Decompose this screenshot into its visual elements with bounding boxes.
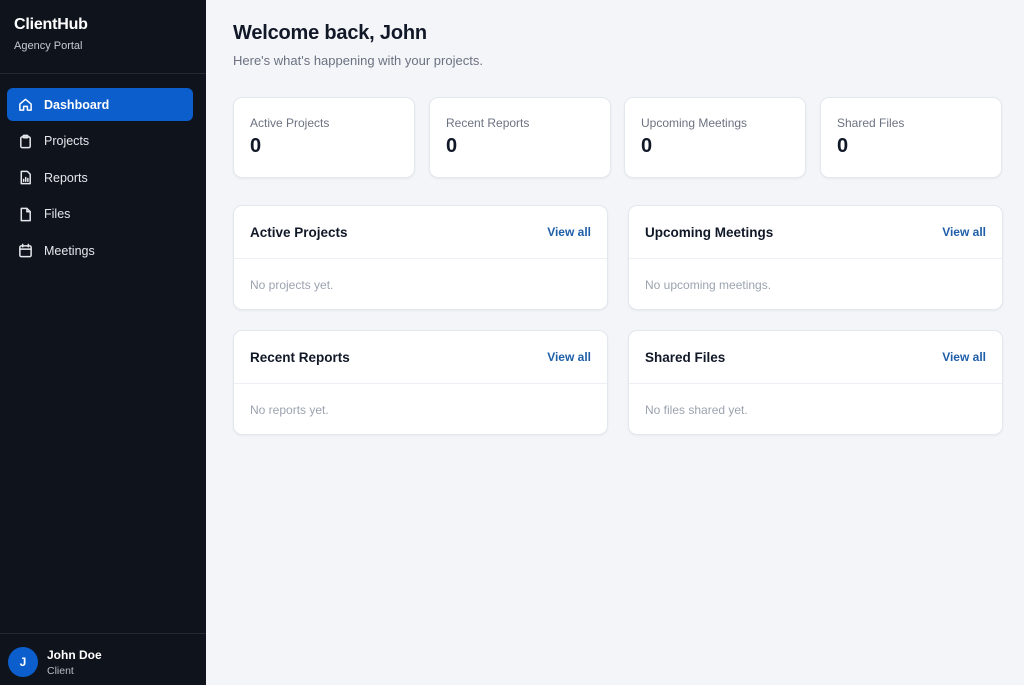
brand-subtitle: Agency Portal xyxy=(14,40,83,52)
empty-state: No upcoming meetings. xyxy=(645,278,772,292)
sidebar-item-dashboard[interactable]: Dashboard xyxy=(7,88,193,121)
sidebar-nav: Dashboard Projects Reports Files Meeting… xyxy=(7,88,193,271)
sidebar-item-files[interactable]: Files xyxy=(7,198,193,231)
stat-label: Shared Files xyxy=(837,116,905,130)
user-info: John Doe Client xyxy=(47,648,102,677)
sidebar: ClientHub Agency Portal Dashboard Projec… xyxy=(0,0,206,685)
sidebar-item-reports[interactable]: Reports xyxy=(7,161,193,194)
brand: ClientHub Agency Portal xyxy=(14,16,88,52)
panel-header: Active Projects View all xyxy=(234,206,607,259)
stat-value: 0 xyxy=(446,135,458,157)
sidebar-item-projects[interactable]: Projects xyxy=(7,125,193,158)
stat-card-active-projects: Active Projects 0 xyxy=(233,97,415,178)
view-all-meetings-link[interactable]: View all xyxy=(942,225,986,239)
sidebar-item-label: Projects xyxy=(44,134,90,148)
stat-value: 0 xyxy=(250,135,262,157)
stat-card-recent-reports: Recent Reports 0 xyxy=(429,97,611,178)
panel-title: Active Projects xyxy=(250,225,348,240)
empty-state: No files shared yet. xyxy=(645,403,748,417)
view-all-reports-link[interactable]: View all xyxy=(547,350,591,364)
panel-active-projects: Active Projects View all No projects yet… xyxy=(233,205,608,310)
stat-card-upcoming-meetings: Upcoming Meetings 0 xyxy=(624,97,806,178)
sidebar-item-meetings[interactable]: Meetings xyxy=(7,234,193,267)
panel-shared-files: Shared Files View all No files shared ye… xyxy=(628,330,1003,435)
file-icon xyxy=(18,207,33,222)
report-icon xyxy=(18,170,33,185)
page-title: Welcome back, John xyxy=(233,22,427,44)
empty-state: No projects yet. xyxy=(250,278,334,292)
main-content: Welcome back, John Here's what's happeni… xyxy=(206,0,1024,685)
sidebar-item-label: Reports xyxy=(44,170,88,185)
stat-card-shared-files: Shared Files 0 xyxy=(820,97,1002,178)
panel-header: Recent Reports View all xyxy=(234,331,607,384)
avatar: J xyxy=(8,647,38,677)
panel-header: Shared Files View all xyxy=(629,331,1002,384)
sidebar-item-label: Files xyxy=(44,207,71,221)
stat-label: Recent Reports xyxy=(446,116,530,130)
empty-state: No reports yet. xyxy=(250,403,329,417)
sidebar-item-label: Dashboard xyxy=(44,97,110,112)
user-profile[interactable]: J John Doe Client xyxy=(8,647,102,677)
panel-title: Shared Files xyxy=(645,350,726,365)
panel-recent-reports: Recent Reports View all No reports yet. xyxy=(233,330,608,435)
stat-label: Upcoming Meetings xyxy=(641,116,748,130)
sidebar-item-label: Meetings xyxy=(44,243,95,258)
view-all-projects-link[interactable]: View all xyxy=(547,225,591,239)
view-all-files-link[interactable]: View all xyxy=(942,350,986,364)
brand-title: ClientHub xyxy=(14,16,88,33)
user-divider xyxy=(0,633,206,634)
page-subtitle: Here's what's happening with your projec… xyxy=(233,53,483,68)
stat-label: Active Projects xyxy=(250,116,330,130)
sidebar-divider xyxy=(0,73,206,74)
panel-title: Upcoming Meetings xyxy=(645,225,774,240)
panel-title: Recent Reports xyxy=(250,350,350,365)
panel-upcoming-meetings: Upcoming Meetings View all No upcoming m… xyxy=(628,205,1003,310)
clipboard-icon xyxy=(18,134,33,149)
user-name: John Doe xyxy=(47,647,102,662)
user-role: Client xyxy=(47,664,74,677)
panel-header: Upcoming Meetings View all xyxy=(629,206,1002,259)
stat-value: 0 xyxy=(641,135,653,157)
stat-value: 0 xyxy=(837,135,849,157)
home-icon xyxy=(18,97,33,112)
calendar-icon xyxy=(18,243,33,258)
